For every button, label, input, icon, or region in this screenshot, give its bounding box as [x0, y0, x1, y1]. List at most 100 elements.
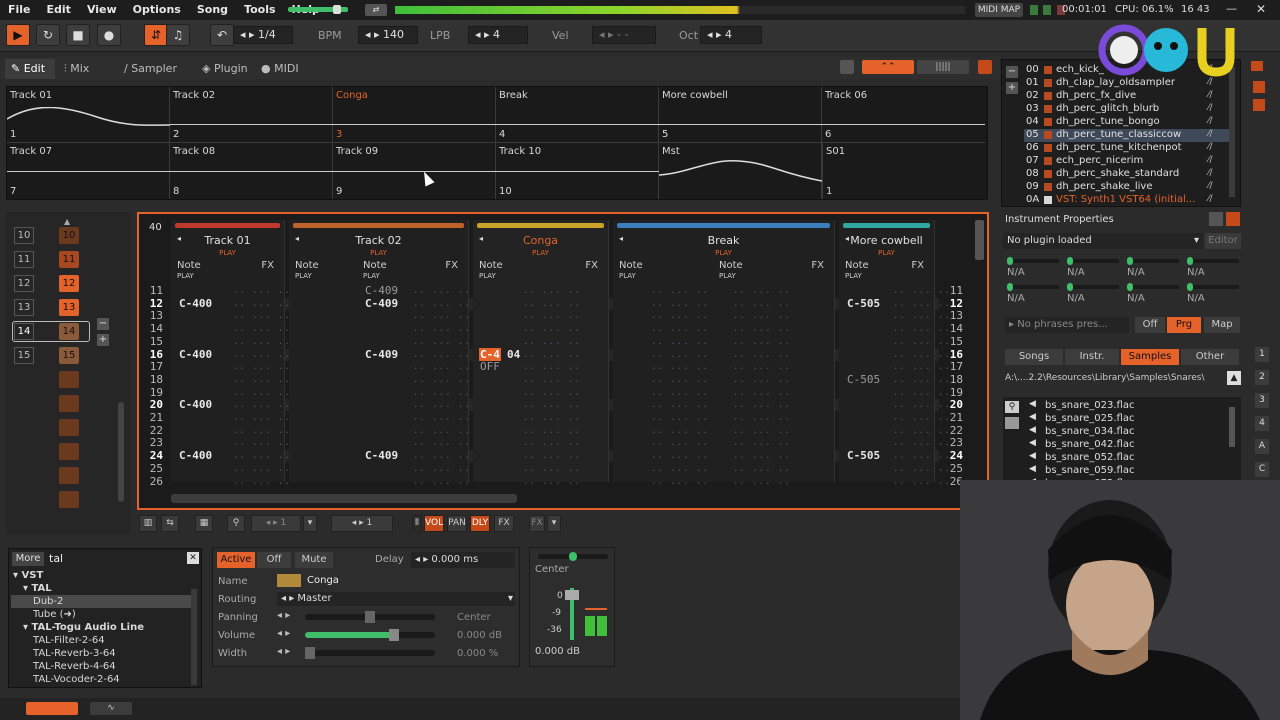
note-cell[interactable]: C-400 — [179, 398, 212, 411]
tab-midi[interactable]: ● MIDI — [255, 59, 305, 79]
edit-step-dropdown-icon[interactable]: ▾ — [303, 515, 317, 532]
note-cell[interactable]: C-409 — [365, 284, 398, 297]
browser-item[interactable]: ▾ VST — [11, 569, 191, 582]
loop-button[interactable]: ↻ — [36, 24, 60, 46]
automation-icon[interactable]: ⇆ — [161, 515, 179, 532]
browser-item[interactable]: TAL-Reverb-3-64 — [11, 647, 191, 660]
sequence-slot-empty[interactable] — [59, 395, 79, 412]
plugin-editor-button[interactable]: Editor — [1205, 233, 1241, 249]
browser-item[interactable]: ▾ TAL-Togu Audio Line — [11, 621, 191, 634]
instrument-number[interactable]: 05 — [1026, 129, 1042, 140]
speaker-icon[interactable]: ◀ — [1029, 464, 1036, 474]
sequence-slot-empty[interactable] — [59, 491, 79, 508]
sequence-add-icon[interactable]: + — [97, 334, 109, 346]
panning-slider[interactable] — [305, 611, 435, 623]
volume-stepper[interactable]: ◂ ▸ — [277, 628, 290, 639]
menu-song[interactable]: Song — [189, 0, 236, 20]
scope-9[interactable]: Track 09 9 — [333, 143, 496, 199]
browser-item[interactable]: Dub-2 — [11, 595, 191, 608]
plugin-param-slider[interactable] — [1127, 257, 1179, 265]
speaker-icon[interactable]: ◀ — [1029, 451, 1036, 461]
side-button-2[interactable]: 2 — [1255, 370, 1269, 385]
param-knob[interactable] — [1007, 257, 1013, 265]
plugin-param-slider[interactable] — [1007, 257, 1059, 265]
param-knob[interactable] — [1187, 257, 1193, 265]
instrument-number[interactable]: 06 — [1026, 142, 1042, 153]
browser-search-input[interactable]: tal — [49, 552, 189, 565]
param-knob[interactable] — [1127, 257, 1133, 265]
close-icon[interactable]: ✕ — [1256, 2, 1266, 16]
sequence-slot-number[interactable]: 14 — [14, 323, 34, 340]
volume-column-toggle[interactable]: VOL — [424, 515, 444, 532]
delay-field[interactable]: ◂ ▸ 0.000 ms — [411, 552, 515, 568]
track-name[interactable]: More cowbell — [839, 234, 934, 247]
speaker-icon[interactable]: ◀ — [1029, 425, 1036, 435]
sequence-slot-empty[interactable] — [59, 467, 79, 484]
scope-3[interactable]: Conga 3 — [333, 87, 496, 143]
plugin-param-slider[interactable] — [1187, 257, 1239, 265]
edit-cursor-note[interactable]: C-4 — [479, 347, 501, 361]
note-cell[interactable]: C-409 — [365, 449, 398, 462]
side-down-icon[interactable] — [1253, 99, 1265, 111]
track-color-swatch[interactable] — [277, 574, 301, 587]
plugin-param-slider[interactable] — [1067, 283, 1119, 291]
instrument-name[interactable]: dh_perc_shake_live — [1056, 181, 1226, 192]
volume-knob[interactable] — [389, 629, 399, 641]
tab-mix[interactable]: ⫶ Mix — [58, 59, 95, 79]
follow-icon[interactable]: ⇵ — [144, 24, 168, 46]
scope-7[interactable]: Track 07 7 — [7, 143, 170, 199]
note-cell[interactable]: C-409 — [365, 297, 398, 310]
sequence-slot-empty[interactable] — [59, 443, 79, 460]
sample-file[interactable]: bs_snare_034.flac — [1045, 425, 1134, 438]
plugin-param-slider[interactable] — [1187, 283, 1239, 291]
bpm-field[interactable]: ◂ ▸ 140 — [358, 26, 418, 44]
midi-map-button[interactable]: MIDI MAP — [975, 3, 1023, 17]
sequence-slot-number[interactable]: 10 — [14, 227, 34, 244]
note-cell[interactable]: C-505 — [847, 449, 880, 462]
track-name[interactable]: Track 02 — [289, 234, 468, 247]
menu-file[interactable]: File — [0, 0, 39, 20]
note-cell[interactable]: C-409 — [365, 348, 398, 361]
instrument-name[interactable]: ech_perc_nicerim — [1056, 155, 1226, 166]
menu-options[interactable]: Options — [125, 0, 189, 20]
volume-knob[interactable] — [333, 5, 341, 14]
instrument-number[interactable]: 09 — [1026, 181, 1042, 192]
sequence-slot-number[interactable]: 13 — [14, 299, 34, 316]
note-cell[interactable]: C-400 — [179, 297, 212, 310]
fx-sample-column-toggle[interactable]: FX — [529, 515, 545, 532]
instrument-number[interactable]: 07 — [1026, 155, 1042, 166]
disk-tab-other[interactable]: Other — [1181, 349, 1239, 365]
zoom-icon[interactable]: ⚲ — [227, 515, 245, 532]
instrument-name[interactable]: dh_perc_tune_bongo — [1056, 116, 1226, 127]
delay-column-toggle[interactable]: DLY — [470, 515, 490, 532]
view-toggle-icon[interactable]: ▥ — [139, 515, 157, 532]
side-button-3[interactable]: 3 — [1255, 393, 1269, 408]
stop-button[interactable]: ■ — [66, 24, 90, 46]
tab-plugin[interactable]: ◈ Plugin — [196, 59, 254, 79]
instrument-name[interactable]: dh_perc_tune_kitchenpot — [1056, 142, 1226, 153]
param-knob[interactable] — [1127, 283, 1133, 291]
track-name[interactable]: Track 01 — [171, 234, 284, 247]
instrument-name[interactable]: dh_clap_lay_oldsampler — [1056, 77, 1226, 88]
instrument-name[interactable]: dh_perc_glitch_blurb — [1056, 103, 1226, 114]
instrument-properties-collapse[interactable] — [1226, 212, 1240, 226]
instrument-number[interactable]: 08 — [1026, 168, 1042, 179]
phrase-selector[interactable]: ▸ No phrases pres... — [1005, 317, 1129, 333]
phrase-off-button[interactable]: Off — [1135, 317, 1165, 333]
browser-item[interactable]: TAL-Reverb-4-64 — [11, 660, 191, 673]
octave-field[interactable]: ◂ ▸ 4 — [700, 26, 762, 44]
scope-10[interactable]: Track 10 10 — [496, 143, 659, 199]
browser-more-button[interactable]: More — [12, 552, 44, 566]
browser-item[interactable]: TAL-Filter-2-64 — [11, 634, 191, 647]
menu-tools[interactable]: Tools — [236, 0, 283, 20]
note-cell[interactable]: C-505 — [847, 297, 880, 310]
instrument-properties-menu-icon[interactable] — [1209, 212, 1223, 226]
undo-icon[interactable]: ↶ — [210, 24, 234, 46]
upper-frame-toggle-icon[interactable] — [840, 60, 854, 74]
sequence-slot-number[interactable]: 11 — [14, 251, 34, 268]
scope-8[interactable]: Track 08 8 — [170, 143, 333, 199]
disk-tab-songs[interactable]: Songs — [1005, 349, 1063, 365]
sequence-slot-number[interactable]: 12 — [14, 275, 34, 292]
plugin-param-slider[interactable] — [1127, 283, 1179, 291]
instrument-panel-toggle[interactable] — [1251, 61, 1263, 71]
